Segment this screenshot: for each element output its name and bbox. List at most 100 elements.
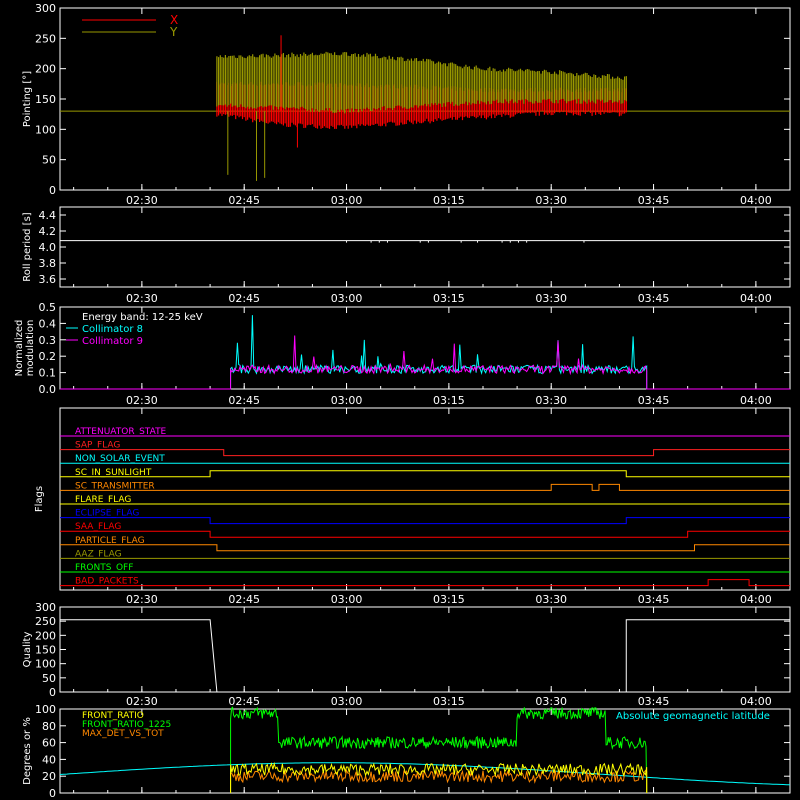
y-tick-label: 4.4 bbox=[39, 209, 57, 222]
x-tick-label: 02:45 bbox=[228, 695, 260, 708]
x-tick-label: 03:30 bbox=[535, 695, 567, 708]
x-tick-label: 03:30 bbox=[535, 194, 567, 207]
flag-line bbox=[60, 449, 790, 457]
x-tick-label: 02:30 bbox=[126, 593, 158, 606]
y-tick-label: 60 bbox=[42, 737, 56, 750]
flag-label: BAD_PACKETS bbox=[75, 577, 139, 587]
y-axis-label: Degrees or % bbox=[22, 717, 33, 785]
panel-ratios: 020406080100Degrees or %FRONT_RATIOFRONT… bbox=[22, 703, 791, 800]
series-front-ratio bbox=[230, 761, 648, 794]
flag-label: PARTICLE_FLAG bbox=[75, 536, 145, 546]
x-tick-label: 04:00 bbox=[740, 394, 772, 407]
flag-label: FRONTS_OFF bbox=[75, 563, 133, 573]
y-axis-label: Quality bbox=[22, 632, 33, 668]
x-tick-label: 02:30 bbox=[126, 695, 158, 708]
panel-quality: 02:30 02:45 03:00 03:15 03:30 03:45 04:00 05010… bbox=[22, 601, 791, 708]
y-tick-label: 100 bbox=[35, 658, 56, 671]
y-tick-label: 300 bbox=[35, 2, 56, 15]
x-tick-label: 02:30 bbox=[126, 292, 158, 305]
series-front-ratio-1225 bbox=[230, 706, 648, 794]
x-tick-label: 03:00 bbox=[331, 695, 363, 708]
series-max-det bbox=[230, 768, 648, 794]
x-tick-label: 03:15 bbox=[433, 292, 465, 305]
y-tick-label: 0.5 bbox=[39, 301, 57, 314]
x-tick-label: 03:45 bbox=[638, 394, 670, 407]
flag-label: AAZ_FLAG bbox=[75, 549, 122, 559]
flag-label: SAP_FLAG bbox=[75, 441, 120, 451]
x-tick-label: 03:00 bbox=[331, 194, 363, 207]
x-tick-label: 04:00 bbox=[740, 695, 772, 708]
y-tick-label: 250 bbox=[35, 32, 56, 45]
x-tick-label: 03:45 bbox=[638, 695, 670, 708]
y-tick-label: 250 bbox=[35, 615, 56, 628]
flag-label: ATTENUATOR_STATE bbox=[75, 427, 167, 437]
y-tick-label: 20 bbox=[42, 770, 56, 783]
y-tick-label: 50 bbox=[42, 154, 56, 167]
flag-label: SC_IN_SUNLIGHT bbox=[75, 468, 152, 478]
flag-label: SC_TRANSMITTER bbox=[75, 481, 155, 491]
x-tick-label: 02:45 bbox=[228, 593, 260, 606]
flag-line bbox=[60, 544, 790, 552]
y-axis-label: Roll period [s] bbox=[22, 212, 33, 281]
x-tick-label: 03:00 bbox=[331, 593, 363, 606]
series-collimator-8 bbox=[60, 315, 790, 390]
y-axis-label: Pointing [°] bbox=[22, 71, 33, 127]
flag-label: FLARE_FLAG bbox=[75, 495, 131, 505]
panel-roll: 02:30 02:45 03:00 03:15 03:30 03:45 04:00 3.6 3.… bbox=[22, 206, 791, 305]
flag-label: SAA_FLAG bbox=[75, 522, 121, 532]
y-axis-label: Flags bbox=[34, 486, 45, 512]
legend-label: MAX_DET_VS_TOT bbox=[82, 729, 164, 739]
flag-line bbox=[60, 483, 790, 491]
x-tick-label: 03:15 bbox=[433, 593, 465, 606]
legend-label: Collimator 9 bbox=[82, 336, 143, 347]
x-tick-label: 02:30 bbox=[126, 194, 158, 207]
y-tick-label: 80 bbox=[42, 720, 56, 733]
y-tick-label: 0.4 bbox=[39, 317, 57, 330]
flag-line bbox=[60, 530, 790, 538]
x-tick-label: 03:15 bbox=[433, 695, 465, 708]
figure: 02:30 02:45 03:00 03:15 03:30 03:45 04:0005010… bbox=[14, 2, 791, 800]
y-tick-label: 300 bbox=[35, 601, 56, 614]
x-tick-label: 02:30 bbox=[126, 394, 158, 407]
flag-label: ECLIPSE_FLAG bbox=[75, 509, 139, 519]
y-tick-label: 200 bbox=[35, 629, 56, 642]
x-tick-label: 03:30 bbox=[535, 292, 567, 305]
plot-frame bbox=[59, 206, 791, 288]
y-axis-label-line2: modulation bbox=[25, 320, 36, 377]
y-tick-label: 0 bbox=[49, 686, 56, 699]
x-tick-label: 03:30 bbox=[535, 593, 567, 606]
y-tick-label: 4.2 bbox=[39, 225, 57, 238]
panel-pointing: 02:30 02:45 03:00 03:15 03:30 03:45 04:00 0 50 10… bbox=[22, 2, 791, 207]
x-tick-label: 03:45 bbox=[638, 194, 670, 207]
y-tick-label: 0.3 bbox=[39, 334, 57, 347]
y-tick-label: 50 bbox=[42, 672, 56, 685]
x-tick-label: 03:00 bbox=[331, 394, 363, 407]
y-tick-label: 0 bbox=[49, 184, 56, 197]
y-tick-label: 0.2 bbox=[39, 350, 57, 363]
y-tick-label: 100 bbox=[35, 123, 56, 136]
x-tick-label: 02:45 bbox=[228, 394, 260, 407]
panel-modulation: 02:30 02:45 03:00 03:15 03:30 03:45 04:00 0.0 0.… bbox=[14, 301, 791, 407]
x-tick-label: 02:45 bbox=[228, 194, 260, 207]
series-collimator-9 bbox=[60, 335, 790, 390]
y-tick-label: 150 bbox=[35, 93, 56, 106]
plot-frame bbox=[59, 407, 791, 591]
legend-title: Energy band: 12-25 keV bbox=[82, 312, 203, 323]
x-tick-label: 03:45 bbox=[638, 593, 670, 606]
x-tick-label: 04:00 bbox=[740, 292, 772, 305]
x-tick-label: 02:45 bbox=[228, 292, 260, 305]
y-tick-label: 3.6 bbox=[39, 273, 57, 286]
quality-series bbox=[60, 619, 790, 693]
y-tick-label: 200 bbox=[35, 63, 56, 76]
legend-label: Collimator 8 bbox=[82, 324, 143, 335]
y-tick-label: 100 bbox=[35, 703, 56, 716]
x-tick-label: 03:45 bbox=[638, 292, 670, 305]
x-tick-label: 04:00 bbox=[740, 593, 772, 606]
x-tick-label: 03:00 bbox=[331, 292, 363, 305]
y-tick-label: 3.8 bbox=[39, 257, 57, 270]
x-tick-label: 03:15 bbox=[433, 194, 465, 207]
legend-label: Y bbox=[169, 25, 178, 39]
flag-label: NON_SOLAR_EVENT bbox=[75, 454, 165, 464]
y-tick-label: 40 bbox=[42, 753, 56, 766]
flag-line bbox=[60, 517, 790, 525]
